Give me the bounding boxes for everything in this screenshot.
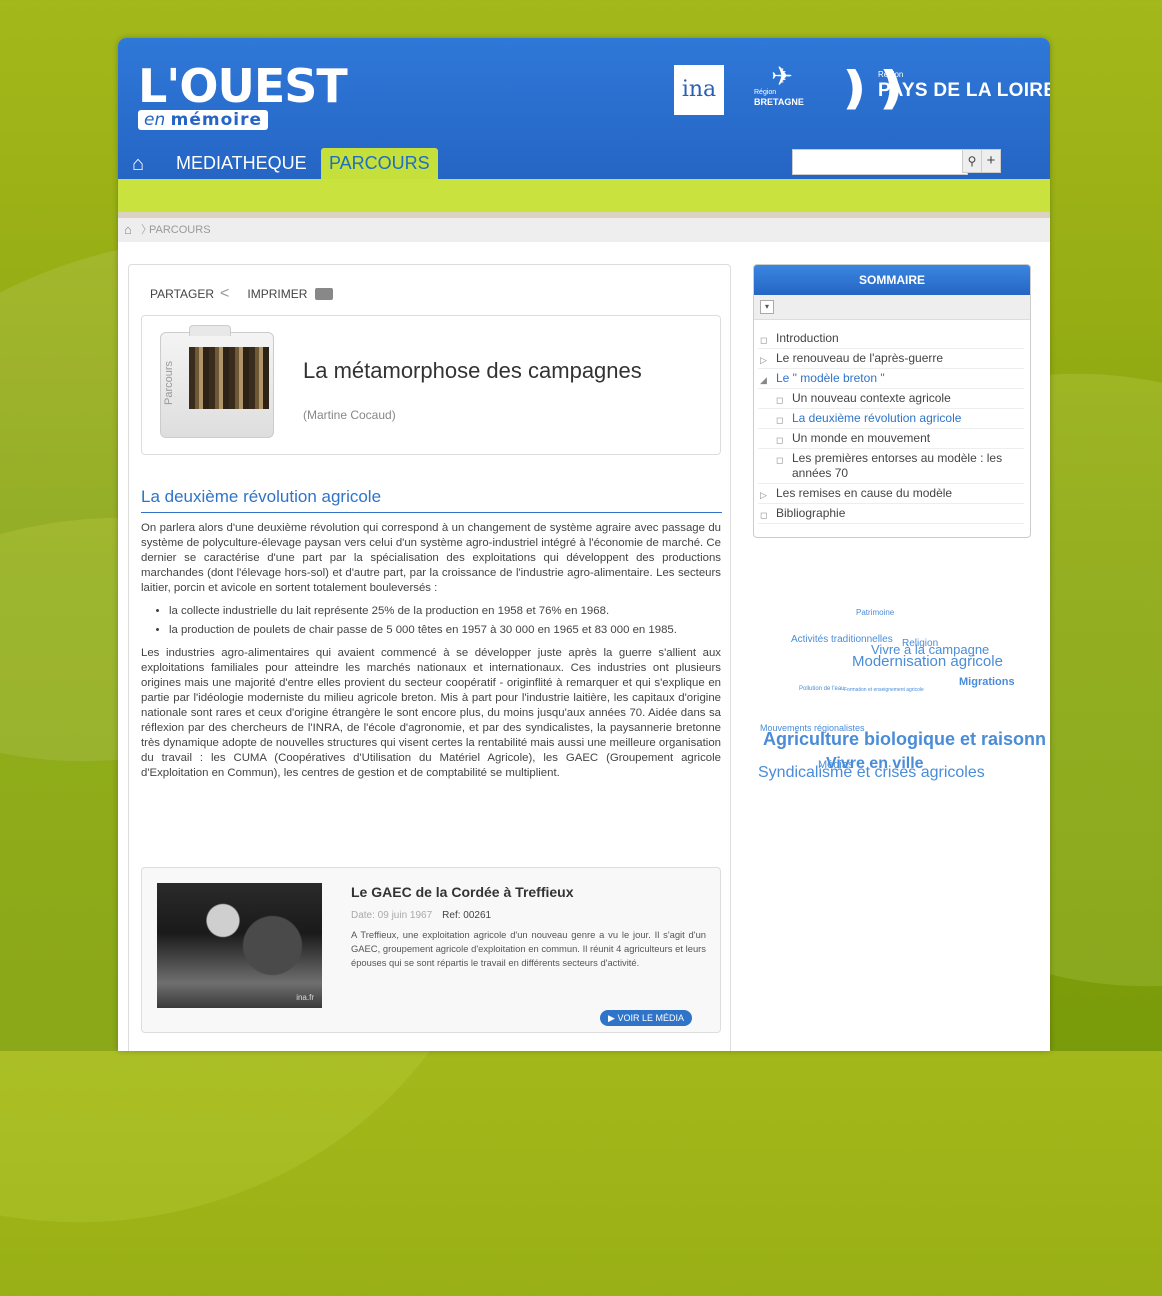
media-watermark: ina.fr xyxy=(296,993,314,1002)
expand-arrow-icon: ▷ xyxy=(760,490,767,500)
section-title: La deuxième révolution agricole xyxy=(141,487,722,513)
author-label: (Martine Cocaud) xyxy=(303,408,396,422)
tag-cloud: Patrimoine Activités traditionnelles Rel… xyxy=(756,598,1046,798)
parcours-header: Parcours La métamorphose des campagnes (… xyxy=(141,315,721,455)
breadcrumb-current: PARCOURS xyxy=(149,224,211,236)
media-title[interactable]: Le GAEC de la Cordée à Treffieux xyxy=(351,884,574,900)
tab-parcours[interactable]: PARCOURS xyxy=(321,148,438,179)
logo-sub-text: en mémoire xyxy=(138,110,269,130)
toc-item-label: Introduction xyxy=(776,331,839,345)
article-bullet-list: la collecte industrielle du lait représe… xyxy=(141,604,721,638)
share-icon[interactable]: < xyxy=(220,285,229,303)
table-of-contents: SOMMAIRE ▾ ◻ Introduction ▷ Le renouveau d… xyxy=(753,264,1031,538)
tag-syndicalisme[interactable]: Syndicalisme et crises agricoles xyxy=(758,764,985,782)
square-bullet-icon: ◻ xyxy=(776,435,784,445)
tab-mediatheque[interactable]: MEDIATHEQUE xyxy=(168,148,315,179)
toc-item-deuxieme-revolution[interactable]: ◻ La deuxième révolution agricole xyxy=(758,409,1024,429)
toc-item-label: Le renouveau de l'après-guerre xyxy=(776,351,944,365)
play-icon: ▶ xyxy=(608,1013,615,1023)
breadcrumb-home-icon[interactable]: ⌂ xyxy=(124,218,132,242)
toc-item-label: Un nouveau contexte agricole xyxy=(792,391,951,405)
view-media-label: VOIR LE MÉDIA xyxy=(617,1013,684,1023)
bird-icon: ✈ xyxy=(771,61,793,91)
home-icon[interactable]: ⌂ xyxy=(132,154,144,174)
site-container: L'OUEST en mémoire ina ✈ Région BRETAGNE… xyxy=(118,38,1050,1051)
tag-migrations[interactable]: Migrations xyxy=(959,676,1015,688)
square-bullet-icon: ◻ xyxy=(776,395,784,405)
pdl-region-label: Région xyxy=(878,70,904,79)
square-bullet-icon: ◻ xyxy=(760,335,768,345)
toc-item-label: Un monde en mouvement xyxy=(792,431,931,445)
printer-icon[interactable] xyxy=(315,288,334,300)
search-icon[interactable]: ⚲ xyxy=(962,149,982,173)
bretagne-label: BRETAGNE xyxy=(754,97,804,107)
toc-item-label: Les premières entorses au modèle : les a… xyxy=(792,451,1003,480)
collapse-arrow-icon: ◢ xyxy=(760,375,767,385)
logo-sub-prefix: en xyxy=(144,110,166,130)
parcours-folder-icon: Parcours xyxy=(160,325,274,438)
toc-item-label: Bibliographie xyxy=(776,506,846,520)
tag-patrimoine[interactable]: Patrimoine xyxy=(856,608,894,617)
article-body: On parlera alors d'une deuxième révoluti… xyxy=(141,521,721,789)
tag-formation[interactable]: Formation et enseignement agricole xyxy=(844,687,924,693)
toc-title: SOMMAIRE xyxy=(754,265,1030,295)
print-button[interactable]: IMPRIMER xyxy=(247,287,307,301)
square-bullet-icon: ◻ xyxy=(776,415,784,425)
search-box: ⚲ + xyxy=(792,149,1001,175)
toc-item-label: Le " modèle breton " xyxy=(776,371,885,385)
media-ref: Ref: 00261 xyxy=(442,910,492,921)
share-toolbar: PARTAGER < IMPRIMER xyxy=(150,285,334,303)
site-header: L'OUEST en mémoire ina ✈ Région BRETAGNE… xyxy=(118,38,1050,179)
folder-label: Parcours xyxy=(163,360,175,406)
tag-pollution-eau[interactable]: Pollution de l'eau xyxy=(799,686,845,692)
toc-item-bibliographie[interactable]: ◻ Bibliographie xyxy=(758,504,1024,524)
toc-item-premieres-entorses[interactable]: ◻ Les premières entorses au modèle : les … xyxy=(758,449,1024,484)
toc-item-remises-en-cause[interactable]: ▷ Les remises en cause du modèle xyxy=(758,484,1024,504)
tag-agriculture-biologique[interactable]: Agriculture biologique et raisonnée xyxy=(763,729,1046,750)
page-title: La métamorphose des campagnes xyxy=(303,358,642,383)
toc-item-label: La deuxième révolution agricole xyxy=(792,411,962,425)
secondary-nav-bar xyxy=(118,179,1050,212)
view-media-button[interactable]: ▶ VOIR LE MÉDIA xyxy=(600,1010,692,1026)
logo-sub-word: mémoire xyxy=(170,110,263,130)
article-paragraph: On parlera alors d'une deuxième révoluti… xyxy=(141,522,721,594)
logo-main-text: L'OUEST xyxy=(138,59,348,113)
site-logo[interactable]: L'OUEST en mémoire xyxy=(138,59,348,130)
plus-icon[interactable]: + xyxy=(981,149,1001,173)
list-item: la collecte industrielle du lait représe… xyxy=(169,604,721,619)
expand-arrow-icon: ▷ xyxy=(760,355,767,365)
toc-item-label: Les remises en cause du modèle xyxy=(776,486,953,500)
toc-item-renouveau[interactable]: ▷ Le renouveau de l'après-guerre xyxy=(758,349,1024,369)
collapse-toggle-icon[interactable]: ▾ xyxy=(760,300,774,314)
list-item: la production de poulets de chair passe … xyxy=(169,623,721,638)
media-description: A Treffieux, une exploitation agricole d… xyxy=(351,929,706,968)
folder-tab xyxy=(189,325,231,336)
pdl-name-label: PAYS DE LA LOIRE xyxy=(878,80,1050,101)
media-thumbnail[interactable]: ina.fr xyxy=(157,883,322,1008)
share-button[interactable]: PARTAGER xyxy=(150,287,214,301)
media-date: Date: 09 juin 1967 xyxy=(351,910,433,921)
square-bullet-icon: ◻ xyxy=(760,510,768,520)
ina-logo[interactable]: ina xyxy=(674,65,724,115)
parcours-thumbnail xyxy=(189,347,269,409)
article-paragraph: Les industries agro-alimentaires qui ava… xyxy=(141,647,721,779)
toc-item-nouveau-contexte[interactable]: ◻ Un nouveau contexte agricole xyxy=(758,389,1024,409)
search-input[interactable] xyxy=(792,149,968,175)
media-card: ina.fr Le GAEC de la Cordée à Treffieux … xyxy=(141,867,721,1033)
toc-toolbar: ▾ xyxy=(754,295,1030,320)
main-content: PARTAGER < IMPRIMER Parcours La métamorpho… xyxy=(128,264,731,1051)
media-meta: Date: 09 juin 1967 Ref: 00261 xyxy=(351,910,491,921)
tag-modernisation-agricole[interactable]: Modernisation agricole xyxy=(852,653,1003,670)
toc-item-monde-en-mouvement[interactable]: ◻ Un monde en mouvement xyxy=(758,429,1024,449)
breadcrumb: ⌂ 〉 PARCOURS xyxy=(118,218,1050,242)
toc-list: ◻ Introduction ▷ Le renouveau de l'après-g… xyxy=(754,329,1030,524)
toc-item-modele-breton[interactable]: ◢ Le " modèle breton " xyxy=(758,369,1024,389)
bretagne-logo[interactable]: ✈ Région BRETAGNE xyxy=(754,63,810,117)
toc-item-introduction[interactable]: ◻ Introduction xyxy=(758,329,1024,349)
square-bullet-icon: ◻ xyxy=(776,455,784,465)
